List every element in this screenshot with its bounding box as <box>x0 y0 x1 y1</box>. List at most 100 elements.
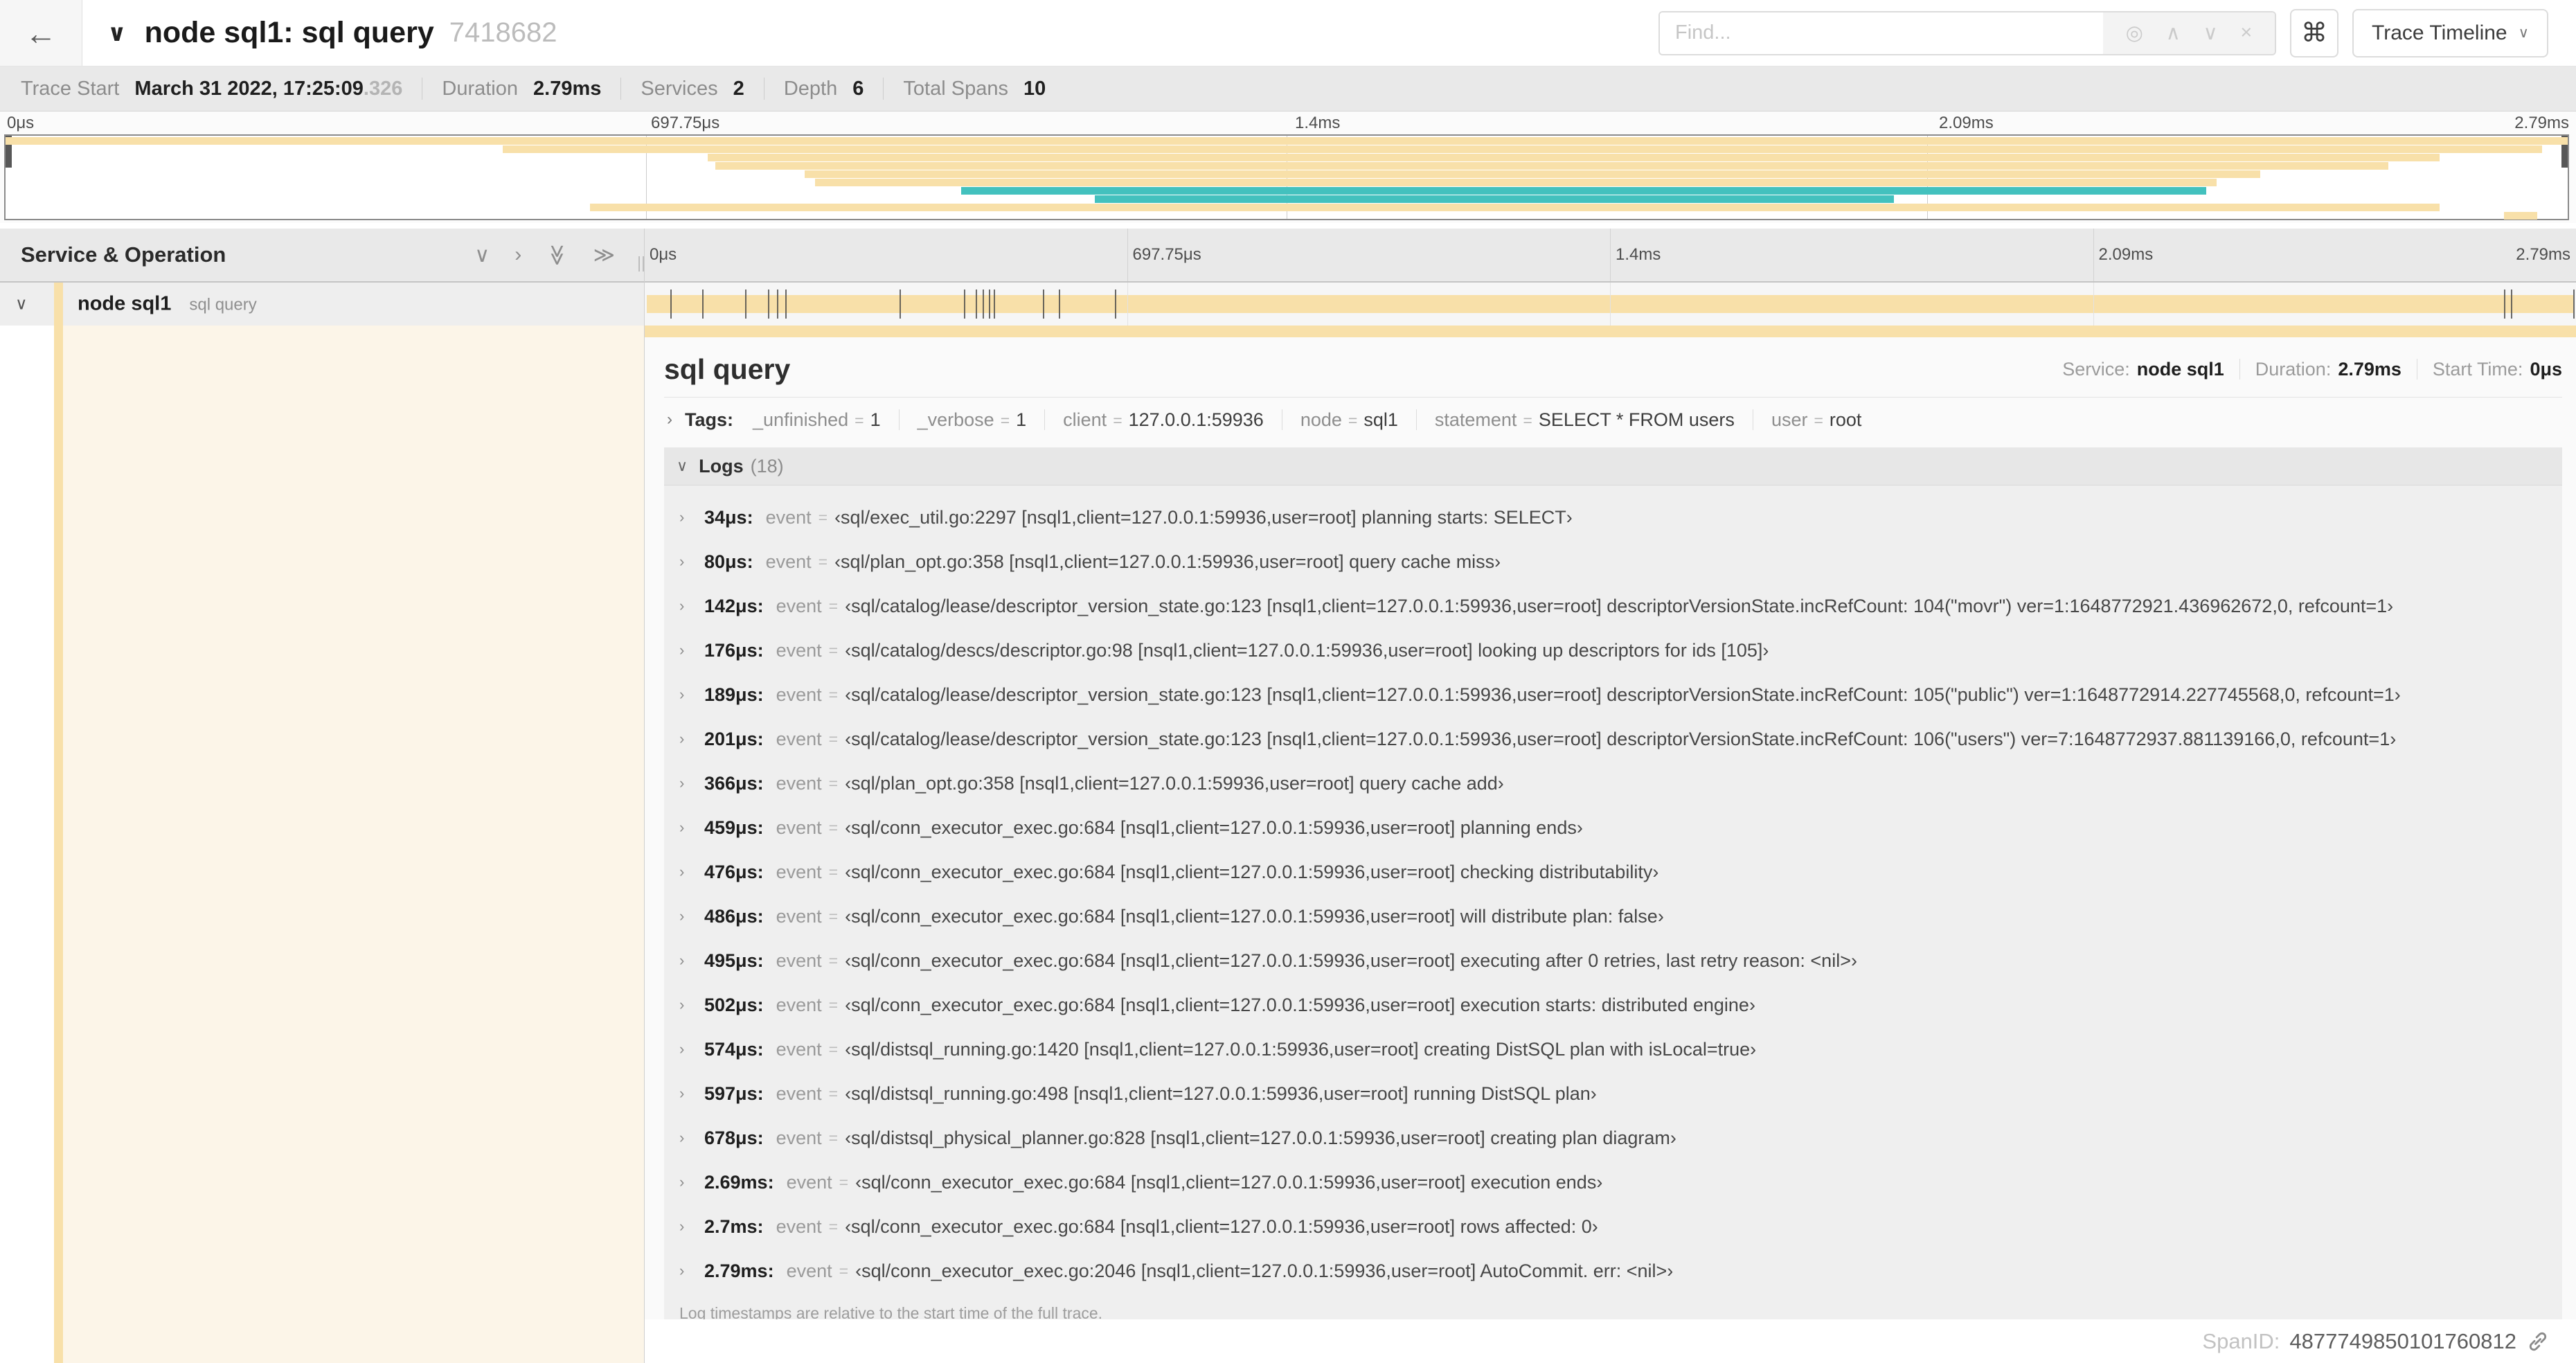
log-entry[interactable]: › 495μs: event = ‹sql/conn_executor_exec… <box>664 938 2562 983</box>
log-entry[interactable]: › 2.7ms: event = ‹sql/conn_executor_exec… <box>664 1204 2562 1249</box>
chevron-right-icon: › <box>667 410 672 429</box>
log-event-marker[interactable] <box>899 289 901 319</box>
equals-sign: = <box>1814 411 1823 429</box>
gridline <box>1127 283 1128 326</box>
keyboard-shortcuts-button[interactable]: ⌘ <box>2290 8 2338 57</box>
log-event-marker[interactable] <box>1115 289 1117 319</box>
log-event-marker[interactable] <box>1043 289 1045 319</box>
collapse-trace-header-icon[interactable]: ∨ <box>107 19 127 47</box>
log-entry[interactable]: › 486μs: event = ‹sql/conn_executor_exec… <box>664 894 2562 938</box>
collapse-children-icon[interactable]: ∨ <box>15 294 28 314</box>
separator <box>620 78 622 100</box>
page-header: ← ∨ node sql1: sql query 7418682 ◎ ∧ ∨ ×… <box>0 0 2576 66</box>
stat-label: Total Spans <box>903 77 1014 100</box>
equals-sign: = <box>1000 411 1010 429</box>
log-event-marker[interactable] <box>670 289 672 319</box>
log-entry[interactable]: › 574μs: event = ‹sql/distsql_running.go… <box>664 1027 2562 1071</box>
log-entry[interactable]: › 201μs: event = ‹sql/catalog/lease/desc… <box>664 717 2562 761</box>
minimap-span-bar <box>1094 195 1894 203</box>
trace-view-selector[interactable]: Trace Timeline ∨ <box>2352 8 2548 57</box>
log-field-value: ‹sql/catalog/lease/descriptor_version_st… <box>845 684 2401 705</box>
logs-label: Logs <box>699 455 744 476</box>
clear-find-icon[interactable]: × <box>2240 21 2252 44</box>
log-entry[interactable]: › 459μs: event = ‹sql/conn_executor_exec… <box>664 805 2562 850</box>
jaeger-trace-page: ← ∨ node sql1: sql query 7418682 ◎ ∧ ∨ ×… <box>0 0 2576 1363</box>
summary-label: Duration: <box>2255 358 2332 380</box>
stat-label: Trace Start <box>21 77 125 100</box>
prev-match-icon[interactable]: ∧ <box>2166 21 2181 45</box>
equals-sign: = <box>818 508 828 526</box>
locate-icon[interactable]: ◎ <box>2126 21 2143 45</box>
chevron-right-icon: › <box>679 863 685 880</box>
tag-key: client <box>1063 409 1107 430</box>
expand-one-icon[interactable]: › <box>515 243 521 267</box>
service-name: node sql1 <box>78 292 172 315</box>
equals-sign: = <box>828 596 839 615</box>
log-event-marker[interactable] <box>993 289 995 319</box>
span-detail-header[interactable]: sql query Service: node sql1 Duration: 2.79… <box>664 341 2562 397</box>
stat-value: 2.79ms <box>533 77 602 100</box>
log-field-value: ‹sql/distsql_running.go:498 [nsql1,clien… <box>845 1083 1597 1104</box>
log-event-marker[interactable] <box>963 289 965 319</box>
span-row-timeline[interactable] <box>644 283 2576 326</box>
collapse-deep-icon[interactable]: ≫ <box>545 244 569 265</box>
trace-stat: Depth 6 <box>784 78 864 100</box>
log-field-key: event <box>776 905 822 927</box>
log-entry[interactable]: › 476μs: event = ‹sql/conn_executor_exec… <box>664 850 2562 894</box>
tags-accordian[interactable]: › Tags: _unfinished = 1 _verbose = 1 client = 12… <box>664 398 2562 442</box>
log-event-marker[interactable] <box>2573 289 2575 319</box>
log-field-key: event <box>786 1260 832 1281</box>
log-event-marker[interactable] <box>777 289 779 319</box>
equals-sign: = <box>828 641 839 659</box>
span-row-label[interactable]: ∨ node sql1 sql query <box>0 283 644 326</box>
log-event-marker[interactable] <box>2504 289 2506 319</box>
log-entry[interactable]: › 80μs: event = ‹sql/plan_opt.go:358 [ns… <box>664 540 2562 584</box>
log-event-marker[interactable] <box>701 289 704 319</box>
collapse-all-icon[interactable]: ∨ <box>474 243 490 267</box>
log-entry[interactable]: › 678μs: event = ‹sql/distsql_physical_p… <box>664 1116 2562 1160</box>
log-event-marker[interactable] <box>744 289 746 319</box>
log-entry[interactable]: › 597μs: event = ‹sql/distsql_running.go… <box>664 1071 2562 1116</box>
column-resizer[interactable] <box>638 256 644 271</box>
chevron-right-icon: › <box>679 641 685 659</box>
summary-label: Service: <box>2062 358 2130 380</box>
log-event-marker[interactable] <box>2511 289 2513 319</box>
deep-link-icon[interactable] <box>2526 1330 2550 1353</box>
log-event-marker[interactable] <box>982 289 984 319</box>
log-timestamp: 476μs: <box>704 861 764 882</box>
separator <box>1415 409 1417 430</box>
find-input[interactable] <box>1660 12 2103 54</box>
log-event-marker[interactable] <box>768 289 770 319</box>
log-entry[interactable]: › 189μs: event = ‹sql/catalog/lease/desc… <box>664 672 2562 717</box>
expand-all-icon[interactable]: ≫ <box>593 243 615 267</box>
equals-sign: = <box>828 907 839 925</box>
log-timestamp: 80μs: <box>704 551 753 572</box>
log-field-key: event <box>765 551 812 572</box>
gridline <box>1127 229 1128 281</box>
chevron-down-icon: ∨ <box>2518 25 2529 41</box>
log-entry[interactable]: › 176μs: event = ‹sql/catalog/descs/desc… <box>664 628 2562 672</box>
timeline-columns-header: Service & Operation ∨ › ≫ ≫ 0μs 697.75μs 1… <box>0 229 2576 283</box>
log-entry[interactable]: › 2.79ms: event = ‹sql/conn_executor_exe… <box>664 1249 2562 1293</box>
log-field-value: ‹sql/catalog/descs/descriptor.go:98 [nsq… <box>845 639 1769 661</box>
log-timestamp: 678μs: <box>704 1127 764 1148</box>
log-entry[interactable]: › 2.69ms: event = ‹sql/conn_executor_exe… <box>664 1160 2562 1204</box>
log-event-marker[interactable] <box>785 289 787 319</box>
next-match-icon[interactable]: ∨ <box>2203 21 2218 45</box>
logs-header[interactable]: ∨ Logs (18) <box>664 447 2562 485</box>
log-field-value: ‹sql/conn_executor_exec.go:684 [nsql1,cl… <box>845 905 1664 927</box>
log-entry[interactable]: › 502μs: event = ‹sql/conn_executor_exec… <box>664 983 2562 1027</box>
equals-sign: = <box>828 818 839 837</box>
back-button[interactable]: ← <box>0 0 82 66</box>
minimap-span-bar <box>805 170 2260 178</box>
logs-count: (18) <box>750 455 784 476</box>
log-entry[interactable]: › 34μs: event = ‹sql/exec_util.go:2297 [… <box>664 495 2562 540</box>
chevron-right-icon: › <box>679 730 685 747</box>
log-entry[interactable]: › 366μs: event = ‹sql/plan_opt.go:358 [n… <box>664 761 2562 805</box>
log-event-marker[interactable] <box>975 289 977 319</box>
log-field-value: ‹sql/conn_executor_exec.go:684 [nsql1,cl… <box>845 950 1857 971</box>
log-entry[interactable]: › 142μs: event = ‹sql/catalog/lease/desc… <box>664 584 2562 628</box>
log-event-marker[interactable] <box>988 289 990 319</box>
minimap-canvas[interactable] <box>4 134 2569 220</box>
log-event-marker[interactable] <box>1059 289 1061 319</box>
